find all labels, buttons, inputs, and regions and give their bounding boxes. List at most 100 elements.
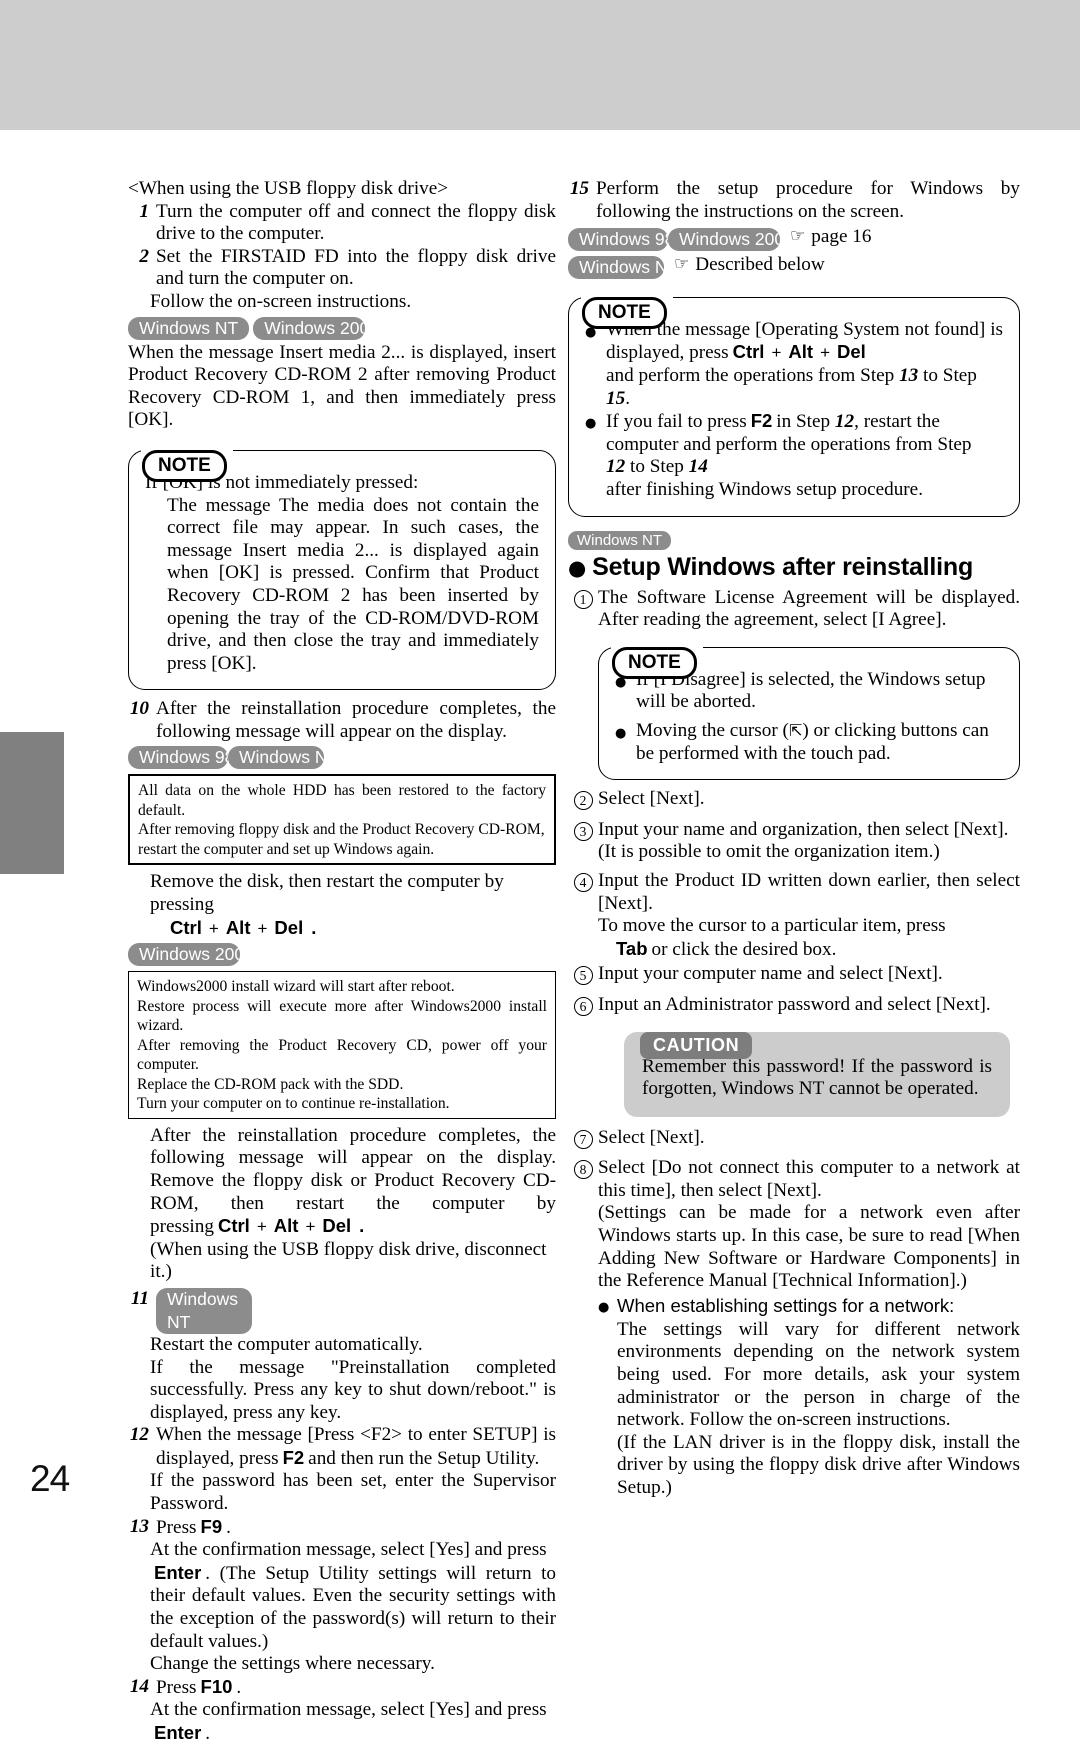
substep-4-text-c: or click the desired box. — [651, 938, 837, 960]
substep-text: Select [Next]. — [598, 1126, 705, 1148]
circled-number: 5 — [573, 966, 593, 986]
step-13-text-d: . (The Setup Utility settings will retur… — [150, 1562, 556, 1652]
step-14-confirm-line: At the confirmation message, select [Yes… — [150, 1699, 547, 1721]
step-15: 15 Perform the setup procedure for Windo… — [568, 178, 1020, 223]
step-number: 12 — [129, 1424, 149, 1446]
reference-row-2: Windows NT ☞Described below — [568, 254, 1020, 279]
message-line: Replace the CD-ROM pack with the SDD. — [137, 1075, 404, 1093]
key-combo-ctrl-alt-del: Ctrl + Alt + Del. — [166, 917, 556, 941]
circled-number: 4 — [573, 872, 593, 892]
step-13-period: . — [226, 1516, 231, 1538]
key-enter: Enter — [154, 1561, 202, 1583]
bullet-icon: ● — [615, 725, 627, 741]
caution-label: CAUTION — [640, 1031, 753, 1059]
note-label: NOTE — [142, 449, 227, 482]
step-number: 14 — [129, 1675, 149, 1697]
note-frame: ● When the message [Operating System not… — [568, 295, 1020, 517]
substep-7: 7 Select [Next]. — [568, 1127, 1020, 1152]
step-ref-15: 15 — [606, 387, 626, 409]
insert-media-paragraph: When the message Insert media 2... is di… — [128, 341, 556, 431]
note3-b2-text-a: Moving the cursor ( — [636, 719, 789, 741]
note-box-disagree: NOTE ● If [I Disagree] is selected, the … — [598, 645, 1020, 781]
usb-disconnect-note: (When using the USB floppy disk drive, d… — [150, 1238, 547, 1283]
substep-8-line-a: Select [Do not connect this computer to … — [598, 1157, 1020, 1201]
step-14-text-a: Press — [156, 1676, 197, 1698]
message-line: Restore process will execute more after … — [137, 997, 547, 1035]
step-12-password-note: If the password has been set, enter the … — [150, 1470, 556, 1515]
os-badge-row-2000: Windows 2000 — [128, 943, 556, 967]
page-header-band — [0, 0, 1080, 130]
message-line: After removing the Product Recovery CD, … — [137, 1036, 547, 1074]
step-text: After the reinstallation procedure compl… — [156, 698, 556, 742]
note-b2-continuation: to Step12 to Step 14 — [606, 456, 1003, 479]
pointing-hand-icon: ☞ — [790, 226, 806, 247]
period: . — [311, 916, 317, 938]
step-number: 10 — [129, 698, 149, 720]
substep-text: The Software License Agreement will be d… — [598, 586, 1020, 631]
note-b2-tail: after finishing Windows setup procedure. — [606, 479, 923, 500]
note-b1-mid: to Step — [923, 365, 977, 387]
step-usb-2: 2 Set the FIRSTAID FD into the floppy di… — [128, 246, 556, 291]
step-13-change-settings: Change the settings where necessary. — [150, 1653, 435, 1675]
page-number: 24 — [30, 1458, 70, 1499]
key-alt: Alt — [788, 341, 814, 363]
bullet-icon: ● — [598, 1299, 610, 1315]
reference-row-1: Windows 98Windows 2000 ☞page 16 — [568, 226, 1020, 252]
circled-number: 6 — [573, 996, 593, 1016]
section-heading-label: Setup Windows after reinstalling — [592, 552, 974, 581]
message-line: After removing floppy disk and the Produ… — [138, 821, 545, 839]
substep-3: 3 Input your name and organization, then… — [568, 819, 1020, 864]
substep-4-line-c: Tab or click the desired box. — [612, 938, 1020, 962]
os-badges-98-nt: Windows 98Windows NT — [128, 746, 556, 770]
substep-8-line-b: (Settings can be made for a network even… — [598, 1202, 1020, 1292]
reference-target: page 16 — [811, 226, 872, 248]
step-13-enter-line: Enter. (The Setup Utility settings will … — [150, 1562, 556, 1653]
os-badge-row-nt-section: Windows NT — [568, 530, 1020, 550]
key-tab: Tab — [616, 937, 648, 959]
note-label: NOTE — [582, 296, 667, 329]
key-alt: Alt — [273, 1215, 299, 1237]
substep-8-line-c: The settings will vary for different net… — [617, 1318, 1020, 1431]
key-f9: F9 — [200, 1515, 223, 1537]
step-11: 11 Windows NT — [128, 1287, 556, 1334]
note-line-2: The message The media does not contain t… — [167, 494, 539, 674]
step-14-period-2: . — [205, 1723, 211, 1744]
step-usb-2-followup: Follow the on-screen instructions. — [150, 290, 412, 312]
left-column: <When using the USB floppy disk drive> 1… — [128, 178, 556, 1746]
step-usb-1: 1 Turn the computer off and connect the … — [128, 201, 556, 246]
screen-message-2000: Windows2000 install wizard will start af… — [128, 971, 556, 1119]
substep-4: 4 Input the Product ID written down earl… — [568, 870, 1020, 961]
circled-number: 8 — [573, 1160, 593, 1180]
circled-number: 3 — [573, 821, 593, 841]
circled-number: 2 — [573, 791, 593, 811]
message-line: Windows2000 install wizard will start af… — [137, 978, 455, 996]
step-text: Turn the computer off and connect the fl… — [156, 200, 556, 245]
step-13-confirm-line: At the confirmation message, select [Yes… — [150, 1539, 547, 1561]
substep-text: Select [Next]. — [598, 788, 705, 810]
key-ctrl: Ctrl — [732, 341, 765, 363]
step-ref-12: 12 — [834, 411, 855, 433]
substep-4-line-b: To move the cursor to a particular item,… — [598, 915, 946, 937]
os-badge-windows-nt: Windows NT — [568, 255, 664, 279]
step-text: Perform the setup procedure for Windows … — [596, 178, 1020, 222]
circled-number: 7 — [573, 1129, 593, 1149]
note-frame: If [OK] is not immediately pressed: The … — [128, 448, 556, 691]
step-number: 2 — [139, 245, 149, 267]
step-11-line-1: Restart the computer automatically. — [150, 1333, 423, 1355]
step-number: 15 — [569, 178, 589, 199]
key-alt: Alt — [225, 916, 251, 938]
os-badge-windows-nt: Windows NT — [228, 746, 324, 770]
note-b2-text-a: If you fail to press — [606, 411, 747, 433]
note3-bullet-2: ● Moving the cursor (⇱) or clicking butt… — [615, 720, 1003, 765]
step-number: 11 — [130, 1287, 149, 1309]
note-box-ok-not-pressed: NOTE If [OK] is not immediately pressed:… — [128, 448, 556, 691]
step-14-enter-line: Enter. — [150, 1722, 556, 1746]
bullet-icon: ● — [585, 416, 597, 432]
plus-symbol: + — [771, 343, 782, 363]
note-b2-text-b: in Step — [776, 411, 831, 433]
substep-4-line-a: Input the Product ID written down earlie… — [598, 869, 1020, 914]
period: . — [359, 1215, 365, 1237]
usb-heading: <When using the USB floppy disk drive> — [128, 178, 449, 199]
os-badge-windows-2000: Windows 2000 — [128, 943, 240, 967]
filled-circle-icon: ● — [568, 555, 587, 580]
